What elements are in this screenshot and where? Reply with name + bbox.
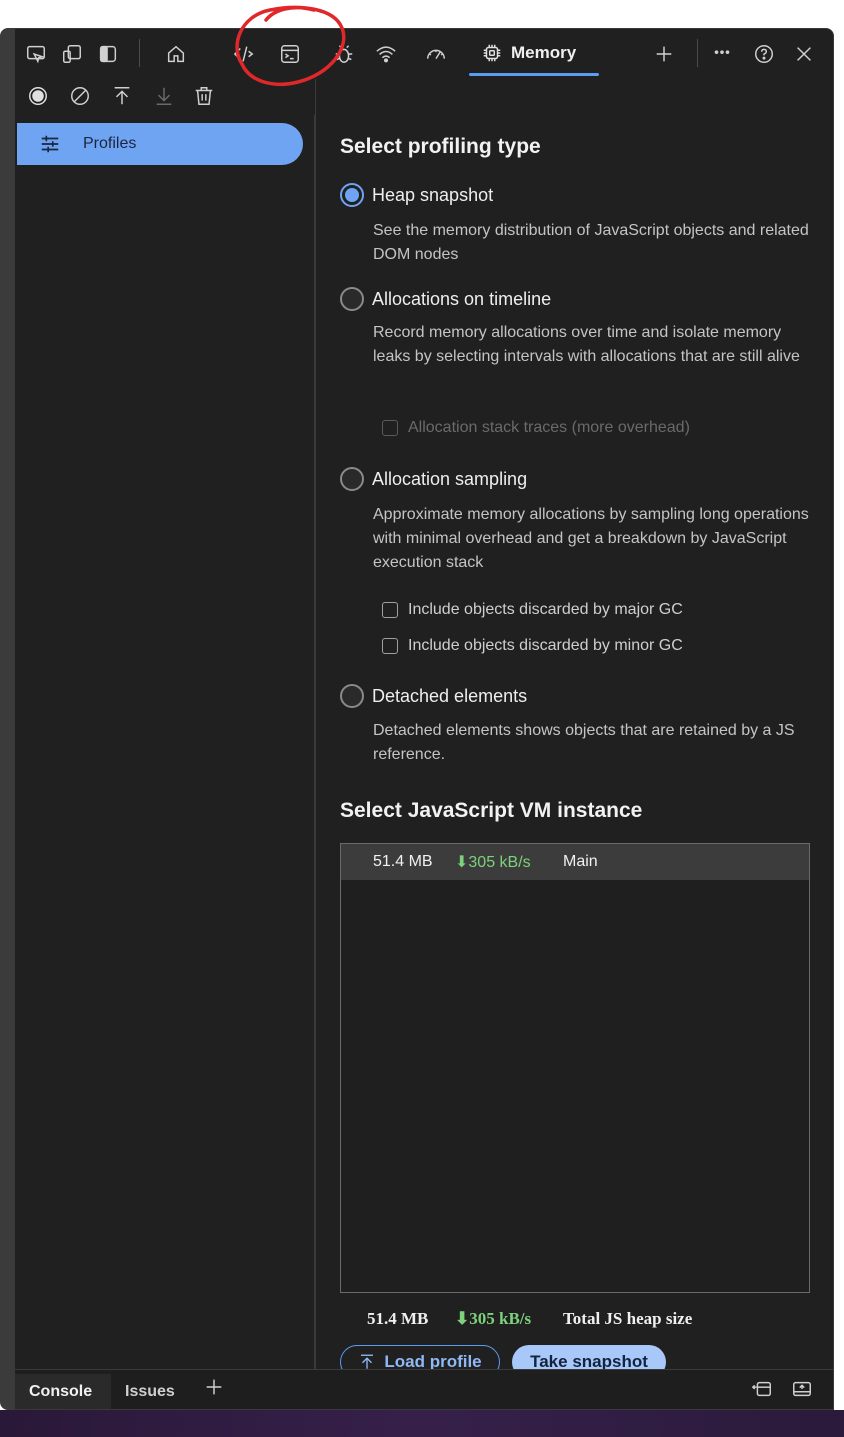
sidebar-item-label: Profiles xyxy=(83,135,137,152)
profiles-toolbar xyxy=(15,79,315,115)
profiling-main: Select profiling type Heap snapshot See … xyxy=(316,79,833,1379)
vm-instance-size: 51.4 MB xyxy=(373,853,433,870)
desktop-background xyxy=(0,1410,844,1437)
option-allocation-sampling[interactable]: Allocation sampling xyxy=(340,467,527,491)
clear-icon[interactable] xyxy=(67,83,93,109)
minor-gc-label: Include objects discarded by minor GC xyxy=(408,637,683,654)
sources-bug-icon[interactable] xyxy=(331,41,357,67)
window-right-edge xyxy=(834,28,844,1410)
record-icon[interactable] xyxy=(25,83,51,109)
option-allocations-timeline[interactable]: Allocations on timeline xyxy=(340,287,551,311)
allocation-stack-traces-checkbox xyxy=(382,420,398,436)
vm-instance-row[interactable]: 51.4 MB ⬇305 kB/s Main xyxy=(341,844,809,880)
tab-memory-label: Memory xyxy=(511,43,577,62)
network-wifi-icon[interactable] xyxy=(373,41,399,67)
plus-icon[interactable] xyxy=(651,41,677,67)
drawer-tabbar: Console Issues xyxy=(15,1369,833,1409)
tab-issues[interactable]: Issues xyxy=(125,1374,175,1409)
cast-icon[interactable] xyxy=(23,41,49,67)
heap-snapshot-radio[interactable] xyxy=(340,183,364,207)
active-tab-indicator xyxy=(469,73,599,76)
detached-elements-radio[interactable] xyxy=(340,684,364,708)
devtools-panel: Memory Profiles Select profiling type He… xyxy=(14,28,834,1410)
detached-elements-description: Detached elements shows objects that are… xyxy=(373,722,795,763)
console-icon[interactable] xyxy=(277,41,303,67)
window-left-edge xyxy=(0,28,14,1410)
allocations-timeline-radio[interactable] xyxy=(340,287,364,311)
option-heap-snapshot[interactable]: Heap snapshot xyxy=(340,183,493,207)
allocations-timeline-label: Allocations on timeline xyxy=(372,288,552,309)
heap-summary-size: 51.4 MB xyxy=(367,1309,429,1328)
home-icon[interactable] xyxy=(163,41,189,67)
toolbar-separator xyxy=(139,39,140,67)
allocations-timeline-description: Record memory allocations over time and … xyxy=(373,324,800,365)
dock-drawer-icon[interactable] xyxy=(751,1378,775,1402)
heap-summary-rate: ⬇305 kB/s xyxy=(455,1309,532,1328)
minor-gc-option[interactable]: Include objects discarded by minor GC xyxy=(382,637,683,655)
garbage-collect-icon[interactable] xyxy=(191,83,217,109)
device-emulation-icon[interactable] xyxy=(59,41,85,67)
performance-gauge-icon[interactable] xyxy=(423,41,449,67)
tab-console[interactable]: Console xyxy=(15,1374,111,1409)
allocation-sampling-label: Allocation sampling xyxy=(372,468,528,489)
major-gc-label: Include objects discarded by major GC xyxy=(408,601,683,618)
vm-instance-list: 51.4 MB ⬇305 kB/s Main xyxy=(340,843,810,1293)
quick-view-icon[interactable] xyxy=(791,1378,815,1402)
dock-side-icon[interactable] xyxy=(95,41,121,67)
allocation-stack-traces-option: Allocation stack traces (more overhead) xyxy=(382,419,690,437)
profiles-sidebar: Profiles xyxy=(15,115,315,1369)
allocation-sampling-radio[interactable] xyxy=(340,467,364,491)
main-toolbar: Memory xyxy=(15,29,833,79)
tab-memory[interactable]: Memory xyxy=(469,29,599,77)
help-icon[interactable] xyxy=(751,41,777,67)
profiling-type-heading: Select profiling type xyxy=(340,135,541,158)
load-icon[interactable] xyxy=(109,83,135,109)
major-gc-checkbox[interactable] xyxy=(382,602,398,618)
option-detached-elements[interactable]: Detached elements xyxy=(340,684,527,708)
heap-snapshot-label: Heap snapshot xyxy=(372,184,494,205)
plus-icon[interactable] xyxy=(203,1376,227,1400)
profiles-sliders-icon xyxy=(41,135,59,153)
sidebar-item-profiles[interactable]: Profiles xyxy=(17,123,303,165)
save-icon[interactable] xyxy=(151,83,177,109)
close-icon[interactable] xyxy=(791,41,817,67)
toolbar-separator xyxy=(697,39,698,67)
memory-chip-icon xyxy=(483,44,501,62)
allocation-sampling-description: Approximate memory allocations by sampli… xyxy=(373,506,809,571)
more-icon[interactable] xyxy=(709,41,735,67)
elements-icon[interactable] xyxy=(231,41,257,67)
heap-snapshot-description: See the memory distribution of JavaScrip… xyxy=(373,222,809,263)
minor-gc-checkbox[interactable] xyxy=(382,638,398,654)
allocation-stack-traces-label: Allocation stack traces (more overhead) xyxy=(408,419,690,436)
vm-instance-name: Main xyxy=(563,853,598,870)
major-gc-option[interactable]: Include objects discarded by major GC xyxy=(382,601,683,619)
vm-instance-rate: ⬇305 kB/s xyxy=(455,854,531,871)
detached-elements-label: Detached elements xyxy=(372,685,528,706)
vm-instance-heading: Select JavaScript VM instance xyxy=(340,799,643,822)
heap-summary-label: Total JS heap size xyxy=(563,1309,693,1328)
